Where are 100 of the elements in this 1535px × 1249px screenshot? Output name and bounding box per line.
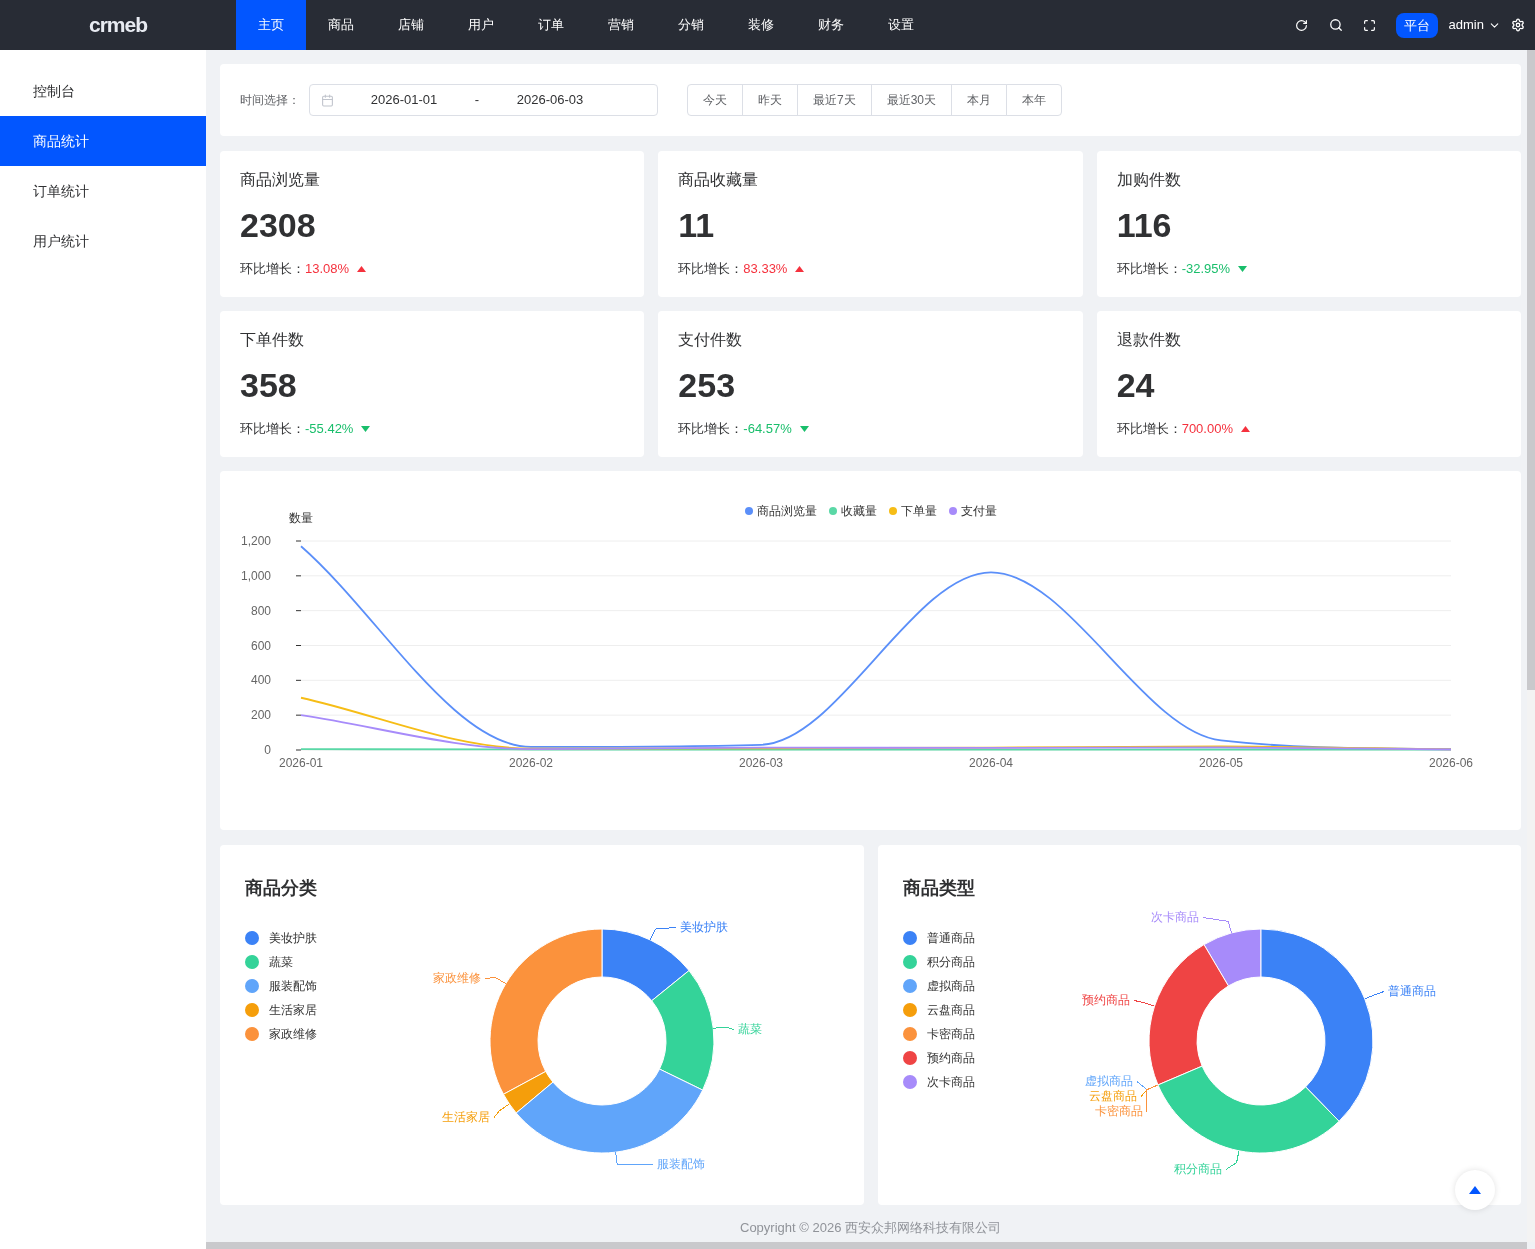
trend-value: -64.57%	[743, 420, 792, 438]
end-date-value: 2026-06-03	[515, 91, 585, 110]
legend-label[interactable]: 商品浏览量	[756, 503, 817, 519]
slice-label: 美妆护肤	[680, 920, 728, 934]
leader-line	[615, 1151, 654, 1165]
sidebar-item[interactable]: 用户统计	[0, 216, 206, 266]
y-axis-tick-label: 0	[264, 743, 271, 757]
legend-label[interactable]: 蔬菜	[269, 954, 293, 970]
date-range-tab[interactable]: 昨天	[742, 84, 798, 116]
nav-tab[interactable]: 订单	[516, 0, 586, 50]
slice-label: 预约商品	[1081, 993, 1130, 1007]
y-axis-tick-label: 600	[250, 638, 271, 653]
leader-line	[712, 1026, 735, 1030]
chart-title: 商品类型	[902, 877, 976, 900]
slice-label: 云盘商品	[1088, 1089, 1137, 1103]
nav-tab[interactable]: 用户	[446, 0, 516, 50]
slice-label: 虚拟商品	[1084, 1074, 1133, 1088]
stat-value: 253	[678, 365, 737, 405]
nav-tab[interactable]: 装修	[726, 0, 796, 50]
horizontal-scrollbar[interactable]	[206, 1242, 1527, 1249]
legend-label[interactable]: 云盘商品	[926, 1002, 975, 1018]
stat-title: 加购件数	[1116, 170, 1182, 190]
trend-label: 环比增长：	[240, 420, 305, 438]
stat-title: 支付件数	[678, 330, 744, 350]
slice-label: 服装配饰	[657, 1157, 705, 1171]
x-axis-tick-label: 2026-01	[279, 756, 323, 770]
legend-label[interactable]: 美妆护肤	[269, 930, 317, 946]
slice-label: 卡密商品	[1094, 1104, 1143, 1118]
legend-label[interactable]: 收藏量	[840, 503, 877, 519]
nav-tab[interactable]: 财务	[796, 0, 866, 50]
date-range-tab[interactable]: 本年	[1006, 84, 1063, 116]
nav-tab[interactable]: 分销	[656, 0, 726, 50]
stat-title: 退款件数	[1116, 330, 1182, 350]
caret-up-icon	[1469, 1186, 1481, 1194]
legend-label[interactable]: 支付量	[960, 503, 997, 519]
y-axis-tick-label: 1,000	[240, 568, 271, 583]
leader-line	[1225, 1150, 1239, 1170]
stat-value: 358	[240, 365, 298, 405]
stat-value: 11	[678, 205, 716, 245]
slice-label: 蔬菜	[738, 1022, 762, 1036]
search-icon[interactable]	[1328, 18, 1343, 32]
fullscreen-icon[interactable]	[1362, 18, 1376, 32]
legend-label[interactable]: 家政维修	[269, 1026, 317, 1042]
y-axis-tick	[295, 714, 302, 716]
nav-tab[interactable]: 商品	[306, 0, 376, 50]
slice-label: 次卡商品	[1150, 910, 1199, 924]
sidebar-item[interactable]: 控制台	[0, 66, 206, 116]
stat-value: 24	[1116, 365, 1156, 405]
x-axis-tick-label: 2026-04	[969, 756, 1013, 770]
x-axis-tick-label: 2026-06	[1429, 756, 1473, 770]
date-range-tab[interactable]: 本月	[951, 84, 1008, 116]
platform-button[interactable]: 平台	[1395, 12, 1438, 38]
leader-line	[1363, 991, 1384, 1000]
y-axis-tick-label: 1,200	[240, 534, 271, 548]
user-menu-button[interactable]: admin	[1448, 15, 1501, 35]
start-date-value: 2026-01-01	[369, 91, 439, 110]
x-axis-tick-label: 2026-03	[739, 756, 783, 770]
stat-title: 商品收藏量	[678, 170, 760, 190]
leader-line	[649, 927, 677, 941]
nav-tab[interactable]: 设置	[866, 0, 936, 50]
legend-label[interactable]: 次卡商品	[926, 1074, 975, 1090]
trend-value: 83.33%	[743, 260, 788, 278]
filter-label: 时间选择：	[240, 92, 300, 109]
legend-label[interactable]: 卡密商品	[926, 1026, 975, 1042]
y-axis-tick-label: 800	[250, 603, 271, 618]
legend-label[interactable]: 下单量	[900, 503, 937, 519]
date-range-tab[interactable]: 最近30天	[870, 84, 953, 116]
refresh-icon[interactable]	[1294, 18, 1308, 32]
legend-label[interactable]: 虚拟商品	[926, 978, 975, 994]
date-range-tab[interactable]: 最近7天	[797, 84, 872, 116]
leader-line	[484, 977, 507, 985]
chart-title: 商品分类	[245, 877, 318, 900]
y-axis-tick	[295, 540, 302, 542]
legend-label[interactable]: 普通商品	[926, 930, 975, 946]
calendar-icon	[321, 93, 334, 107]
slice-label: 普通商品	[1387, 984, 1436, 998]
nav-tab[interactable]: 主页	[236, 0, 306, 50]
date-separator: -	[474, 91, 480, 110]
legend-label[interactable]: 积分商品	[926, 954, 975, 970]
trend-label: 环比增长：	[678, 260, 744, 278]
settings-icon[interactable]	[1511, 18, 1525, 32]
date-range-picker[interactable]: 2026-01-01 - 2026-06-03	[309, 84, 658, 116]
logo[interactable]: crmeb	[89, 9, 147, 41]
nav-tab[interactable]: 营销	[586, 0, 656, 50]
legend-label[interactable]: 生活家居	[269, 1002, 317, 1018]
y-axis-tick-label: 200	[250, 708, 271, 723]
legend-label[interactable]: 服装配饰	[269, 978, 317, 994]
legend-label[interactable]: 预约商品	[926, 1050, 975, 1066]
date-range-tab[interactable]: 今天	[687, 84, 743, 116]
scrollbar-thumb[interactable]	[1527, 50, 1535, 690]
trend-label: 环比增长：	[1116, 420, 1182, 438]
y-axis-tick	[295, 749, 302, 751]
sidebar-item[interactable]: 商品统计	[0, 116, 206, 166]
sidebar-item[interactable]: 订单统计	[0, 166, 206, 216]
trend-value: 700.00%	[1181, 420, 1233, 438]
y-axis-tick	[295, 610, 302, 612]
leader-line	[493, 1103, 510, 1118]
nav-tab[interactable]: 店铺	[376, 0, 446, 50]
trend-label: 环比增长：	[678, 420, 744, 438]
stat-value: 2308	[240, 205, 317, 245]
